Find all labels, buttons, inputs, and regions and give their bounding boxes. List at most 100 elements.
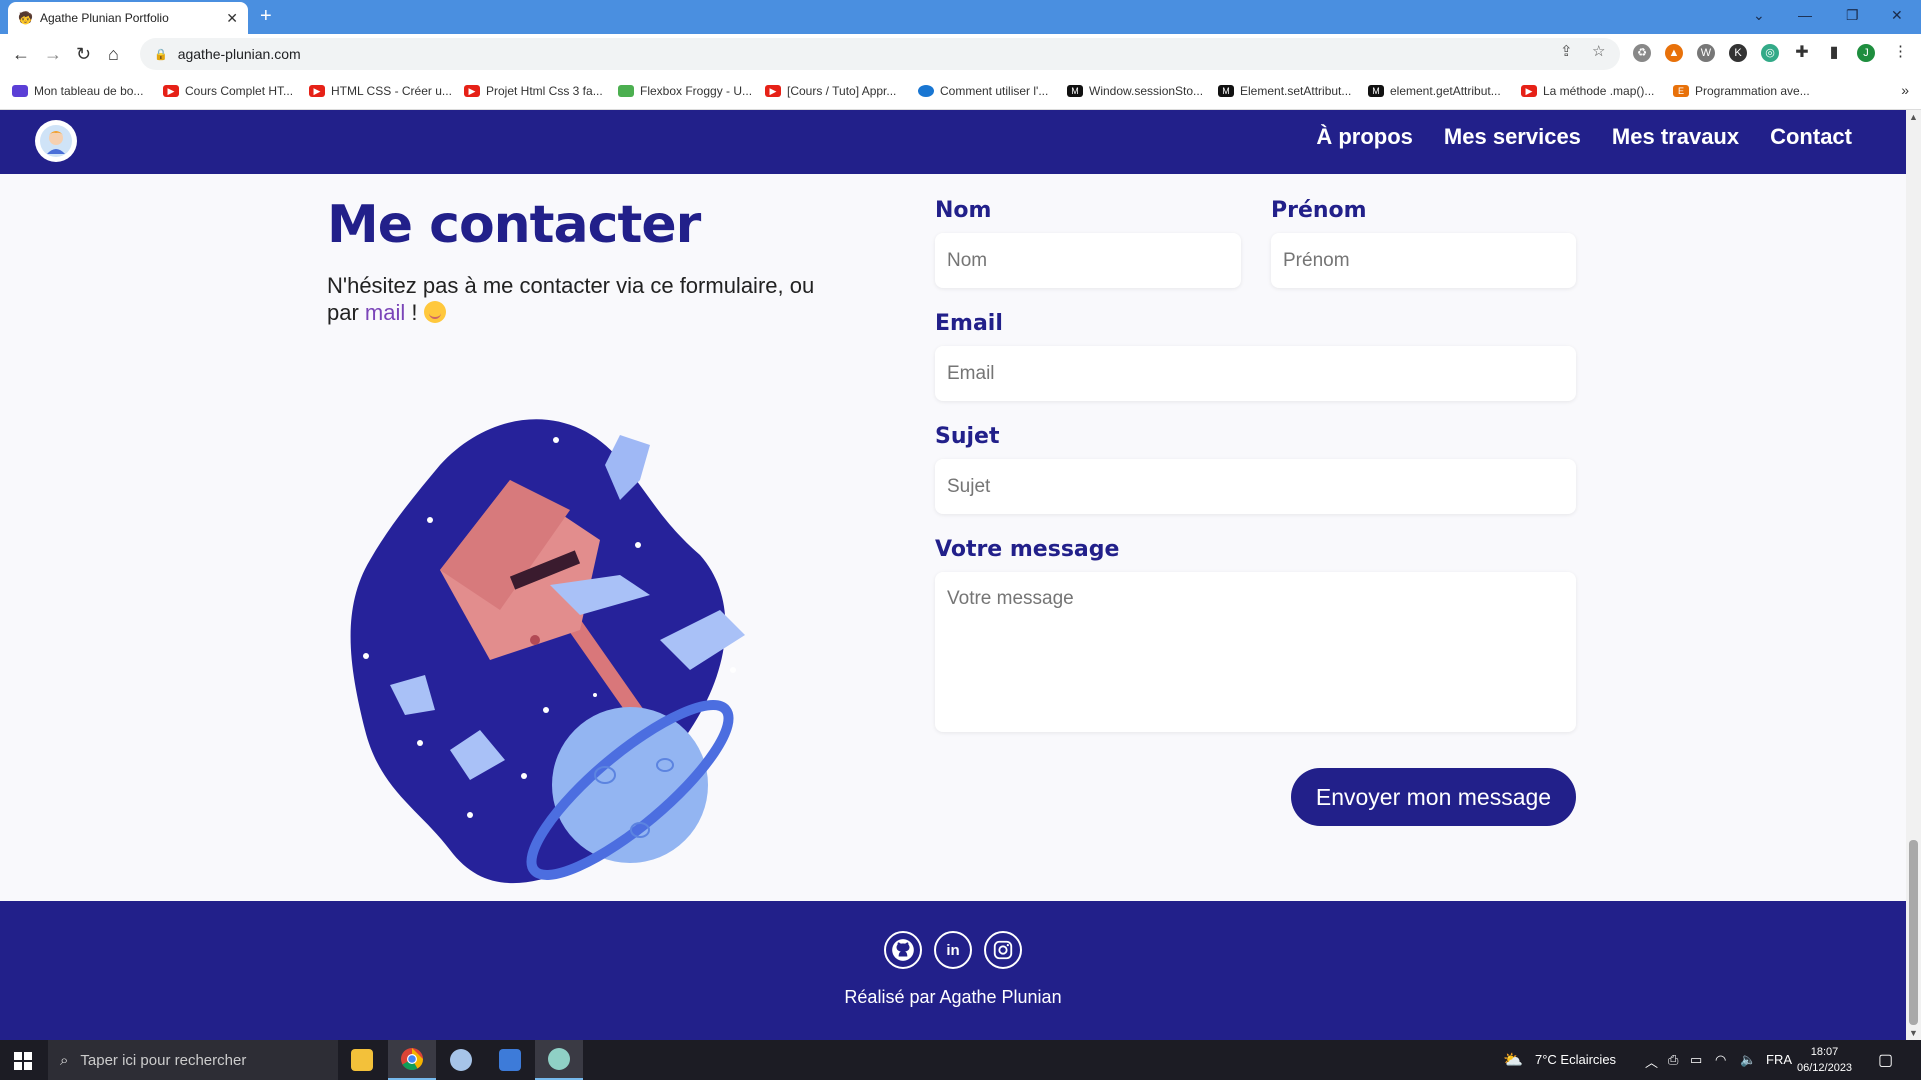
taskbar-app-file-explorer[interactable] [338, 1040, 386, 1080]
site-footer: in Réalisé par Agathe Plunian [0, 901, 1906, 1040]
youtube-icon: ▶ [765, 85, 781, 97]
tray-chevron-icon[interactable]: ︿ [1645, 1052, 1658, 1071]
bookmark-item[interactable]: Flexbox Froggy - U... [618, 84, 752, 98]
reload-icon[interactable]: ↻ [76, 44, 91, 64]
bookmark-favicon-icon: E [1673, 85, 1689, 97]
taskbar-app-snipping[interactable] [535, 1040, 583, 1080]
extension-w-icon[interactable]: W [1697, 44, 1715, 62]
folder-icon [351, 1049, 373, 1071]
clock-time: 18:07 [1810, 1046, 1839, 1058]
lock-icon: 🔒 [154, 48, 168, 61]
scroll-up-arrow-icon[interactable]: ▲ [1909, 112, 1918, 122]
message-textarea[interactable] [935, 572, 1576, 732]
bookmark-item[interactable]: Comment utiliser l'... [918, 84, 1048, 98]
taskbar-search-placeholder: Taper ici pour rechercher [80, 1051, 247, 1069]
home-icon[interactable]: ⌂ [108, 44, 119, 64]
email-input[interactable] [935, 346, 1576, 401]
sujet-input[interactable] [935, 459, 1576, 514]
volume-icon[interactable]: 🔈 [1740, 1052, 1756, 1068]
browser-tab[interactable]: 🧒 Agathe Plunian Portfolio ✕ [8, 2, 248, 34]
bookmark-label: Comment utiliser l'... [940, 84, 1049, 98]
new-tab-icon[interactable]: + [260, 6, 272, 26]
share-icon[interactable]: ⇪ [1560, 42, 1573, 60]
github-glyph-icon [892, 939, 914, 961]
battery-icon[interactable]: ▭ [1690, 1052, 1702, 1068]
bookmark-label: [Cours / Tuto] Appr... [787, 84, 897, 98]
extension-fox-icon[interactable]: ▲ [1665, 44, 1683, 62]
bookmark-label: Mon tableau de bo... [34, 84, 144, 98]
nav-contact[interactable]: Contact [1770, 124, 1852, 150]
bookmark-label: Flexbox Froggy - U... [640, 84, 753, 98]
message-label: Votre message [935, 537, 1120, 562]
bookmark-star-icon[interactable]: ☆ [1592, 42, 1605, 60]
restore-icon[interactable]: ❐ [1846, 7, 1859, 24]
mail-link[interactable]: mail [365, 300, 405, 325]
bookmark-item[interactable]: ▶ La méthode .map()... [1521, 84, 1654, 98]
youtube-icon: ▶ [309, 85, 325, 97]
extension-recycle-icon[interactable]: ♻ [1633, 44, 1651, 62]
bookmark-item[interactable]: M Element.setAttribut... [1218, 84, 1351, 98]
side-panel-icon[interactable]: ▮ [1825, 44, 1843, 62]
bookmark-label: La méthode .map()... [1543, 84, 1655, 98]
extensions-puzzle-icon[interactable]: ✚ [1793, 44, 1811, 62]
taskbar-app-2[interactable] [437, 1040, 485, 1080]
bookmark-label: Programmation ave... [1695, 84, 1810, 98]
bookmark-item[interactable]: ▶ HTML CSS - Créer u... [309, 84, 452, 98]
meet-icon[interactable]: ⎙ [1668, 1052, 1678, 1068]
tab-search-icon[interactable]: ⌄ [1753, 7, 1765, 24]
search-icon: ⌕ [60, 1051, 69, 1069]
nav-mes-travaux[interactable]: Mes travaux [1612, 124, 1739, 150]
bookmark-item[interactable]: ▶ [Cours / Tuto] Appr... [765, 84, 896, 98]
language-indicator[interactable]: FRA [1766, 1052, 1792, 1067]
address-url: agathe-plunian.com [177, 46, 301, 62]
bookmark-item[interactable]: E Programmation ave... [1673, 84, 1810, 98]
taskbar-app-calculator[interactable] [486, 1040, 534, 1080]
extension-globe-icon[interactable]: ◎ [1761, 44, 1779, 62]
bookmark-item[interactable]: ▶ Projet Html Css 3 fa... [464, 84, 603, 98]
nom-label: Nom [935, 198, 992, 223]
footer-credits: Réalisé par Agathe Plunian [844, 987, 1062, 1007]
windows-taskbar: ⌕ Taper ici pour rechercher ⛅ 7°C Eclair… [0, 1040, 1921, 1080]
windows-start-icon[interactable] [14, 1052, 32, 1070]
more-bookmarks-icon[interactable]: » [1901, 82, 1909, 98]
nav-a-propos[interactable]: À propos [1316, 124, 1413, 150]
clock[interactable]: 18:07 06/12/2023 [1797, 1044, 1852, 1076]
bookmark-item[interactable]: Melement.getAttribut... [1368, 84, 1501, 98]
prenom-input[interactable] [1271, 233, 1576, 288]
bookmark-item[interactable]: Mon tableau de bo... [12, 84, 143, 98]
bookmarks-bar: Mon tableau de bo... ▶ Cours Complet HT..… [0, 74, 1921, 110]
nom-input[interactable] [935, 233, 1241, 288]
site-logo[interactable] [35, 120, 77, 162]
bookmark-favicon-icon [918, 85, 934, 97]
page-scrollbar[interactable]: ▲ ▼ [1906, 110, 1921, 1040]
bookmark-item[interactable]: ▶ Cours Complet HT... [163, 84, 293, 98]
bookmark-label: HTML CSS - Créer u... [331, 84, 452, 98]
back-icon[interactable]: ← [12, 44, 30, 64]
weather-text[interactable]: 7°C Eclaircies [1535, 1052, 1616, 1067]
nav-mes-services[interactable]: Mes services [1444, 124, 1581, 150]
bookmark-item[interactable]: M Window.sessionSto... [1067, 84, 1203, 98]
scroll-thumb[interactable] [1909, 840, 1918, 1025]
address-bar[interactable]: 🔒 agathe-plunian.com [140, 38, 1620, 70]
instagram-icon[interactable] [984, 931, 1022, 969]
youtube-icon: ▶ [163, 85, 179, 97]
taskbar-app-chrome[interactable] [388, 1040, 436, 1080]
extension-k-icon[interactable]: K [1729, 44, 1747, 62]
profile-avatar[interactable]: J [1857, 44, 1875, 62]
scroll-down-arrow-icon[interactable]: ▼ [1909, 1028, 1918, 1038]
close-tab-icon[interactable]: ✕ [226, 10, 238, 27]
bookmark-favicon-icon [12, 85, 28, 97]
taskbar-search[interactable]: ⌕ Taper ici pour rechercher [48, 1040, 338, 1080]
contact-title: Me contacter [327, 195, 701, 255]
notifications-icon[interactable]: ▢ [1878, 1050, 1893, 1070]
forward-icon[interactable]: → [44, 44, 62, 64]
menu-icon[interactable]: ⋮ [1893, 42, 1908, 60]
youtube-icon: ▶ [1521, 85, 1537, 97]
minimize-icon[interactable]: — [1798, 7, 1812, 23]
browser-tab-strip: 🧒 Agathe Plunian Portfolio ✕ + ⌄ — ❐ ✕ [0, 0, 1921, 34]
send-message-button[interactable]: Envoyer mon message [1291, 768, 1576, 826]
github-icon[interactable] [884, 931, 922, 969]
wifi-icon[interactable]: ◠ [1715, 1052, 1726, 1068]
linkedin-icon[interactable]: in [934, 931, 972, 969]
close-window-icon[interactable]: ✕ [1891, 7, 1903, 24]
